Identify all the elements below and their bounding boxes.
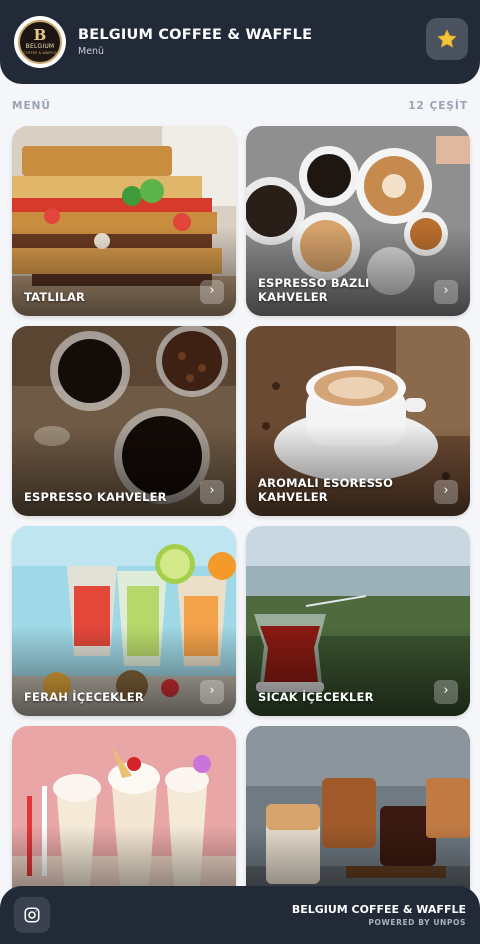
footer-brand: BELGIUM COFFEE & WAFFLE xyxy=(291,903,466,916)
category-card-espresso-kahveler[interactable]: ESPRESSO KAHVELER › xyxy=(12,326,236,516)
category-card-aromali[interactable]: AROMALI ESORESSO KAHVELER › xyxy=(246,326,470,516)
section-title: MENÜ xyxy=(12,100,51,112)
page-subtitle: Menü xyxy=(78,46,105,57)
category-label: ESPRESSO BAZLI KAHVELER xyxy=(258,276,370,304)
favorites-button[interactable] xyxy=(426,18,468,60)
instagram-icon xyxy=(24,907,40,923)
category-label: TATLILAR xyxy=(24,290,86,304)
category-card-tatlilar[interactable]: TATLILAR › xyxy=(12,126,236,316)
chevron-right-icon: › xyxy=(200,680,224,704)
app-header: B BELGIUM COFFEE & WAFFLE BELGIUM COFFEE… xyxy=(0,0,480,84)
app-footer: BELGIUM COFFEE & WAFFLE POWERED BY UNPOS xyxy=(0,886,480,944)
instagram-button[interactable] xyxy=(14,897,50,933)
chevron-right-icon: › xyxy=(434,680,458,704)
category-card-sicak[interactable]: SICAK İÇECEKLER › xyxy=(246,526,470,716)
category-label: SICAK İÇECEKLER xyxy=(258,690,374,704)
chevron-right-icon: › xyxy=(434,480,458,504)
category-grid: TATLILAR › ESPRESSO BAZLI KAHVELER › ESP… xyxy=(12,126,470,916)
page-title: BELGIUM COFFEE & WAFFLE xyxy=(78,27,313,43)
chevron-right-icon: › xyxy=(200,480,224,504)
category-card-espresso-bazli[interactable]: ESPRESSO BAZLI KAHVELER › xyxy=(246,126,470,316)
brand-logo: B BELGIUM COFFEE & WAFFLE xyxy=(14,16,66,68)
powered-by: POWERED BY UNPOS xyxy=(368,918,466,927)
category-label: AROMALI ESORESSO KAHVELER xyxy=(258,476,394,504)
category-label: ESPRESSO KAHVELER xyxy=(24,490,167,504)
star-icon xyxy=(437,29,457,48)
section-header: MENÜ 12 ÇEŞİT xyxy=(12,100,468,112)
category-label: FERAH İÇECEKLER xyxy=(24,690,144,704)
item-count: 12 ÇEŞİT xyxy=(408,100,468,112)
chevron-right-icon: › xyxy=(434,280,458,304)
category-card-ferah[interactable]: FERAH İÇECEKLER › xyxy=(12,526,236,716)
chevron-right-icon: › xyxy=(200,280,224,304)
